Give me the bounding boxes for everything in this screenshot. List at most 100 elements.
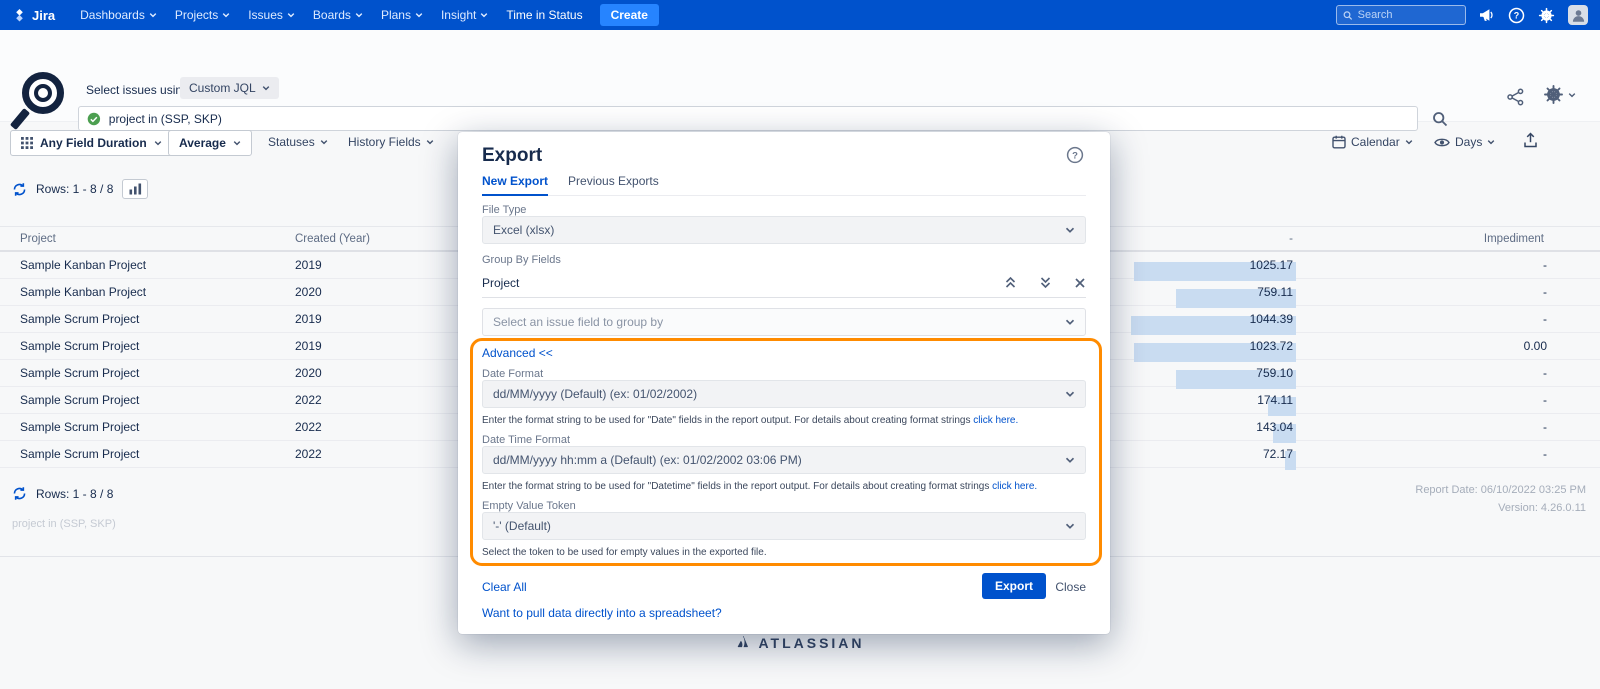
empty-value-token-help-text: Select the token to be used for empty va… (482, 547, 767, 558)
tab-previous-exports[interactable]: Previous Exports (568, 174, 659, 195)
chevron-down-icon (355, 11, 363, 19)
group-by-field-select[interactable]: Select an issue field to group by (482, 308, 1086, 336)
cell-value-text: 1025.17 (1250, 258, 1296, 272)
calendar-label: Calendar (1351, 135, 1400, 149)
refresh-icon[interactable] (12, 486, 27, 501)
date-time-format-help-link[interactable]: click here. (992, 481, 1037, 492)
chevron-down-icon (154, 139, 162, 147)
history-fields-dropdown[interactable]: History Fields (348, 135, 434, 149)
clear-all-link[interactable]: Clear All (482, 580, 527, 594)
nav-label: Time in Status (506, 8, 582, 22)
atlassian-footer: ATLASSIAN (0, 634, 1600, 651)
column-header-impediment[interactable]: Impediment (1296, 233, 1547, 245)
statuses-label: Statuses (268, 135, 315, 149)
days-dropdown[interactable]: Days (1434, 135, 1495, 149)
gear-icon (1543, 84, 1564, 105)
help-icon[interactable]: ? (1508, 7, 1525, 24)
announcements-icon[interactable] (1479, 8, 1495, 22)
jira-logo-icon (12, 8, 27, 23)
grid-icon (21, 137, 33, 149)
average-dropdown[interactable]: Average (168, 130, 252, 156)
query-mode-dropdown[interactable]: Custom JQL (180, 77, 279, 99)
empty-value-token-help: Select the token to be used for empty va… (482, 547, 1086, 558)
date-time-format-value: dd/MM/yyyy hh:mm a (Default) (ex: 01/02/… (493, 453, 802, 467)
date-format-help: Enter the format string to be used for "… (482, 415, 1086, 426)
field-duration-label: Any Field Duration (40, 136, 147, 150)
average-label: Average (179, 136, 226, 150)
nav-item-time-in-status[interactable]: Time in Status (497, 0, 591, 30)
remove-icon[interactable] (1074, 277, 1086, 289)
cell-project: Sample Kanban Project (0, 258, 295, 272)
chevron-down-icon (1065, 521, 1075, 531)
footer-rows-bar: Rows: 1 - 8 / 8 (12, 486, 113, 501)
cell-project: Sample Scrum Project (0, 339, 295, 353)
cell-value-text: 1023.72 (1250, 339, 1296, 353)
statuses-dropdown[interactable]: Statuses (268, 135, 328, 149)
settings-gear-icon[interactable] (1538, 7, 1555, 24)
refresh-icon[interactable] (12, 182, 27, 197)
report-date-label: Report Date: 06/10/2022 03:25 PM (1415, 484, 1586, 496)
nav-label: Issues (248, 8, 283, 22)
nav-item-issues[interactable]: Issues (239, 0, 304, 30)
page: Jira Dashboards Projects Issues Boards P… (0, 0, 1600, 689)
nav-item-projects[interactable]: Projects (166, 0, 239, 30)
search-icon (1343, 10, 1353, 21)
rows-count-label: Rows: 1 - 8 / 8 (36, 182, 113, 196)
move-up-icon[interactable] (1004, 276, 1017, 289)
chevron-down-icon (480, 11, 488, 19)
cell-impediment: - (1296, 366, 1547, 380)
cell-impediment: - (1296, 447, 1547, 461)
global-search-input[interactable] (1358, 9, 1459, 21)
query-section: Select issues using Custom JQL (0, 30, 1600, 122)
cell-project: Sample Scrum Project (0, 420, 295, 434)
advanced-toggle-link[interactable]: Advanced << (482, 346, 553, 360)
cell-value-text: 174.11 (1257, 393, 1296, 407)
nav-item-plans[interactable]: Plans (372, 0, 432, 30)
date-time-format-select[interactable]: dd/MM/yyyy hh:mm a (Default) (ex: 01/02/… (482, 446, 1086, 474)
chevron-down-icon (1065, 389, 1075, 399)
tab-new-export[interactable]: New Export (482, 174, 548, 196)
export-report-icon[interactable] (1522, 132, 1539, 149)
date-format-help-link[interactable]: click here. (973, 415, 1018, 426)
cell-impediment: - (1296, 312, 1547, 326)
modal-help-icon[interactable]: ? (1066, 146, 1084, 169)
jql-input[interactable] (109, 112, 1409, 126)
rows-bar: Rows: 1 - 8 / 8 (12, 179, 148, 199)
create-button[interactable]: Create (600, 4, 659, 26)
date-format-help-text: Enter the format string to be used for "… (482, 415, 973, 426)
page-settings-dropdown[interactable] (1543, 84, 1576, 105)
version-label: Version: 4.26.0.11 (1498, 502, 1586, 514)
cell-impediment: - (1296, 393, 1547, 407)
nav-item-insight[interactable]: Insight (432, 0, 497, 30)
nav-item-dashboards[interactable]: Dashboards (71, 0, 166, 30)
export-button[interactable]: Export (982, 573, 1046, 599)
jira-brand[interactable]: Jira (12, 8, 55, 23)
atlassian-logo-icon (735, 634, 752, 651)
nav-item-boards[interactable]: Boards (304, 0, 372, 30)
empty-value-token-select[interactable]: '-' (Default) (482, 512, 1086, 540)
move-down-icon[interactable] (1039, 276, 1052, 289)
run-query-search-icon[interactable] (1432, 111, 1448, 132)
chevron-down-icon (233, 139, 241, 147)
bar-chart-icon (129, 183, 142, 195)
chevron-down-icon (149, 11, 157, 19)
share-icon[interactable] (1506, 88, 1525, 111)
date-time-format-label: Date Time Format (482, 434, 570, 446)
nav-label: Dashboards (80, 8, 145, 22)
date-format-select[interactable]: dd/MM/yyyy (Default) (ex: 01/02/2002) (482, 380, 1086, 408)
close-button[interactable]: Close (1055, 580, 1086, 594)
user-avatar[interactable] (1568, 5, 1588, 25)
spreadsheet-link[interactable]: Want to pull data directly into a spread… (482, 606, 722, 620)
svg-text:?: ? (1072, 150, 1078, 161)
atlassian-wordmark: ATLASSIAN (758, 635, 864, 651)
column-header-project[interactable]: Project (0, 233, 295, 245)
group-by-placeholder: Select an issue field to group by (493, 315, 663, 329)
cell-value-text: 72.17 (1263, 447, 1296, 461)
field-duration-dropdown[interactable]: Any Field Duration (10, 130, 173, 156)
chart-view-button[interactable] (122, 179, 148, 199)
file-type-select[interactable]: Excel (xlsx) (482, 216, 1086, 244)
calendar-dropdown[interactable]: Calendar (1332, 135, 1413, 149)
svg-text:?: ? (1514, 10, 1519, 20)
footer-jql-label: project in (SSP, SKP) (12, 518, 116, 530)
global-search[interactable] (1336, 5, 1466, 25)
